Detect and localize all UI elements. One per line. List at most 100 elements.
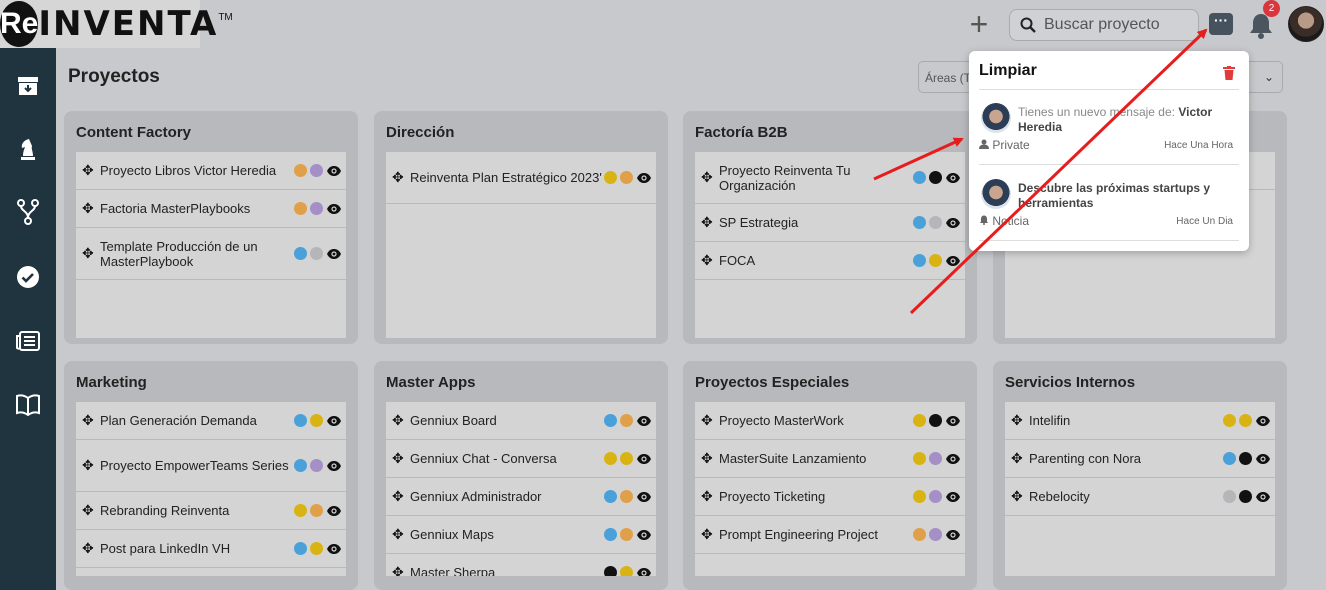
project-item[interactable]: ✥ Prompt Engineering Project <box>695 516 965 554</box>
messages-button[interactable]: ··· <box>1209 13 1233 35</box>
eye-icon[interactable] <box>326 165 342 177</box>
check-circle-icon[interactable] <box>14 263 42 291</box>
drag-handle-icon[interactable]: ✥ <box>392 564 406 576</box>
project-name[interactable]: Proyecto Ticketing <box>715 489 913 504</box>
project-name[interactable]: Reinventa Plan Estratégico 2023' <box>406 170 604 185</box>
eye-icon[interactable] <box>636 491 652 503</box>
drag-handle-icon[interactable]: ✥ <box>1011 450 1025 467</box>
project-name[interactable]: Rebelocity <box>1025 489 1223 504</box>
project-item[interactable]: ✥ Rebelocity <box>1005 478 1275 516</box>
eye-icon[interactable] <box>1255 453 1271 465</box>
project-item[interactable]: ✥ Parenting con Nora <box>1005 440 1275 478</box>
project-item[interactable]: ✥ Proyecto EmpowerTeams Series <box>76 440 346 492</box>
branch-icon[interactable] <box>14 198 42 226</box>
book-icon[interactable] <box>14 391 42 419</box>
project-name[interactable]: MasterSuite Lanzamiento <box>715 451 913 466</box>
drag-handle-icon[interactable]: ✥ <box>701 450 715 467</box>
project-name[interactable]: Prompt Engineering Project <box>715 527 913 542</box>
eye-icon[interactable] <box>636 415 652 427</box>
eye-icon[interactable] <box>326 415 342 427</box>
drag-handle-icon[interactable]: ✥ <box>82 245 96 262</box>
project-item[interactable]: ✥ Master Sherpa <box>386 554 656 576</box>
eye-icon[interactable] <box>945 491 961 503</box>
search-input[interactable] <box>1044 16 1194 34</box>
drag-handle-icon[interactable]: ✥ <box>82 200 96 217</box>
add-project-button[interactable]: + <box>964 8 994 40</box>
clear-notifications-button[interactable]: Limpiar <box>979 62 1037 80</box>
project-item[interactable]: ✥ Reinventa Plan Estratégico 2023' <box>386 152 656 204</box>
drag-handle-icon[interactable]: ✥ <box>392 526 406 543</box>
eye-icon[interactable] <box>1255 491 1271 503</box>
project-item[interactable]: ✥ Genniux Maps <box>386 516 656 554</box>
project-name[interactable]: FOCA <box>715 253 913 268</box>
drag-handle-icon[interactable]: ✥ <box>82 162 96 179</box>
project-item[interactable]: ✥ SP Estrategia <box>695 204 965 242</box>
drag-handle-icon[interactable]: ✥ <box>392 412 406 429</box>
drag-handle-icon[interactable]: ✥ <box>701 526 715 543</box>
project-name[interactable]: Rebranding Reinventa <box>96 503 294 518</box>
eye-icon[interactable] <box>326 248 342 260</box>
drag-handle-icon[interactable]: ✥ <box>701 252 715 269</box>
project-item[interactable]: ✥ Proyecto Libros Victor Heredia <box>76 152 346 190</box>
chess-knight-icon[interactable] <box>14 135 42 163</box>
project-item[interactable]: ✥ Proyecto MasterWork <box>695 402 965 440</box>
project-name[interactable]: SP Estrategia <box>715 215 913 230</box>
archive-icon[interactable] <box>14 72 42 100</box>
drag-handle-icon[interactable]: ✥ <box>701 169 715 186</box>
drag-handle-icon[interactable]: ✥ <box>82 457 96 474</box>
project-item[interactable]: ✥ Genniux Administrador <box>386 478 656 516</box>
eye-icon[interactable] <box>636 529 652 541</box>
drag-handle-icon[interactable]: ✥ <box>701 214 715 231</box>
eye-icon[interactable] <box>636 453 652 465</box>
eye-icon[interactable] <box>326 460 342 472</box>
user-avatar[interactable] <box>1288 6 1324 42</box>
eye-icon[interactable] <box>945 453 961 465</box>
eye-icon[interactable] <box>945 217 961 229</box>
drag-handle-icon[interactable]: ✥ <box>1011 488 1025 505</box>
newspaper-icon[interactable] <box>14 327 42 355</box>
project-name[interactable]: Proyecto MasterWork <box>715 413 913 428</box>
eye-icon[interactable] <box>326 543 342 555</box>
eye-icon[interactable] <box>945 255 961 267</box>
project-name[interactable]: Template Producción de un MasterPlaybook <box>96 239 294 269</box>
project-item[interactable]: ✥ Factoria MasterPlaybooks <box>76 190 346 228</box>
project-name[interactable]: Genniux Board <box>406 413 604 428</box>
eye-icon[interactable] <box>945 172 961 184</box>
eye-icon[interactable] <box>1255 415 1271 427</box>
drag-handle-icon[interactable]: ✥ <box>82 412 96 429</box>
search-box[interactable] <box>1009 9 1199 41</box>
project-name[interactable]: Factoria MasterPlaybooks <box>96 201 294 216</box>
project-name[interactable]: Genniux Maps <box>406 527 604 542</box>
eye-icon[interactable] <box>945 415 961 427</box>
project-item[interactable]: ✥ Genniux Chat - Conversa <box>386 440 656 478</box>
drag-handle-icon[interactable]: ✥ <box>82 502 96 519</box>
drag-handle-icon[interactable]: ✥ <box>701 488 715 505</box>
drag-handle-icon[interactable]: ✥ <box>701 412 715 429</box>
project-item[interactable]: ✥ Post para LinkedIn VH <box>76 530 346 568</box>
eye-icon[interactable] <box>636 172 652 184</box>
project-name[interactable]: Genniux Administrador <box>406 489 604 504</box>
drag-handle-icon[interactable]: ✥ <box>392 169 406 186</box>
project-name[interactable]: Parenting con Nora <box>1025 451 1223 466</box>
project-name[interactable]: Intelifin <box>1025 413 1223 428</box>
trash-icon[interactable] <box>1223 66 1235 80</box>
drag-handle-icon[interactable]: ✥ <box>1011 412 1025 429</box>
eye-icon[interactable] <box>326 203 342 215</box>
project-name[interactable]: Post para LinkedIn VH <box>96 541 294 556</box>
project-item[interactable]: ✥ Template Producción de un MasterPlayboo… <box>76 228 346 280</box>
drag-handle-icon[interactable]: ✥ <box>82 540 96 557</box>
project-item[interactable]: ✥ Genniux Board <box>386 402 656 440</box>
project-item[interactable]: ✥ Proyecto Ticketing <box>695 478 965 516</box>
brand-logo[interactable]: Re INVENTA TM <box>0 0 233 48</box>
drag-handle-icon[interactable]: ✥ <box>392 450 406 467</box>
project-item[interactable]: ✥ Rebranding Reinventa <box>76 492 346 530</box>
project-name[interactable]: Master Sherpa <box>406 565 604 576</box>
project-item[interactable]: ✥ MasterSuite Lanzamiento <box>695 440 965 478</box>
project-name[interactable]: Proyecto EmpowerTeams Series <box>96 458 294 473</box>
project-name[interactable]: Plan Generación Demanda <box>96 413 294 428</box>
project-name[interactable]: Proyecto Libros Victor Heredia <box>96 163 294 178</box>
drag-handle-icon[interactable]: ✥ <box>392 488 406 505</box>
project-item[interactable]: ✥ Plan Generación Demanda <box>76 402 346 440</box>
project-item[interactable]: ✥ Intelifin <box>1005 402 1275 440</box>
eye-icon[interactable] <box>945 529 961 541</box>
